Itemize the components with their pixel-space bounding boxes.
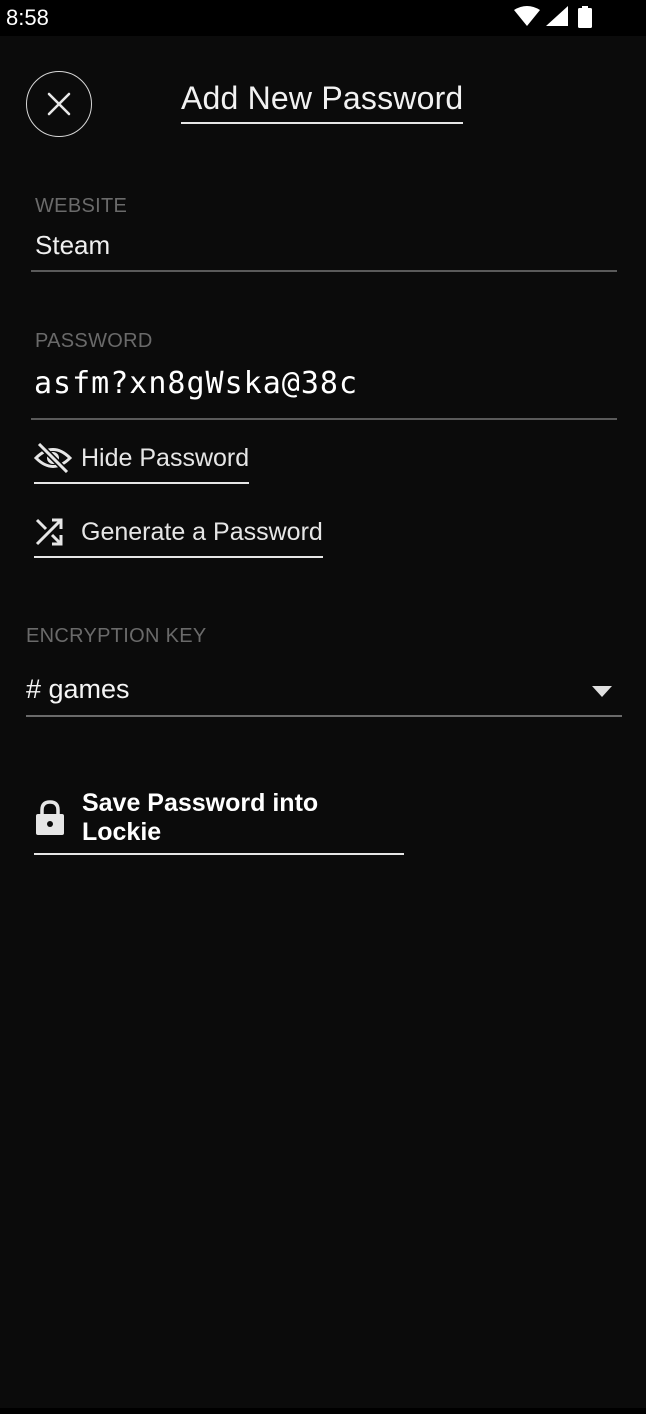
shuffle-icon xyxy=(34,514,72,550)
generate-password-button[interactable]: Generate a Password xyxy=(34,514,323,558)
close-button[interactable] xyxy=(26,71,92,137)
encryption-key-label: ENCRYPTION KEY xyxy=(26,625,207,647)
close-icon xyxy=(47,92,71,116)
save-password-button[interactable]: Save Password into Lockie xyxy=(34,789,404,855)
generate-password-label: Generate a Password xyxy=(81,517,323,546)
encryption-key-underline xyxy=(26,715,622,717)
wifi-icon xyxy=(514,6,540,26)
save-password-label: Save Password into Lockie xyxy=(81,789,319,846)
navigation-bar xyxy=(0,1408,646,1414)
website-label: WEBSITE xyxy=(35,195,128,217)
hide-password-label: Hide Password xyxy=(81,443,250,472)
lock-icon xyxy=(34,800,70,836)
hide-password-button[interactable]: Hide Password xyxy=(34,440,250,484)
status-bar: 8:58 xyxy=(0,0,646,36)
dropdown-arrow-icon[interactable] xyxy=(592,686,612,697)
website-field[interactable]: Steam xyxy=(35,230,110,261)
page-title: Add New Password xyxy=(181,80,464,124)
status-time: 8:58 xyxy=(6,5,49,30)
encryption-key-select[interactable]: # games xyxy=(26,674,130,705)
eye-off-icon xyxy=(34,440,72,476)
password-underline xyxy=(31,418,617,420)
website-underline xyxy=(31,270,617,272)
password-field[interactable]: asfm?xn8gWska@38c xyxy=(34,366,358,401)
password-label: PASSWORD xyxy=(35,330,153,352)
battery-icon xyxy=(578,6,592,28)
signal-icon xyxy=(546,6,568,26)
